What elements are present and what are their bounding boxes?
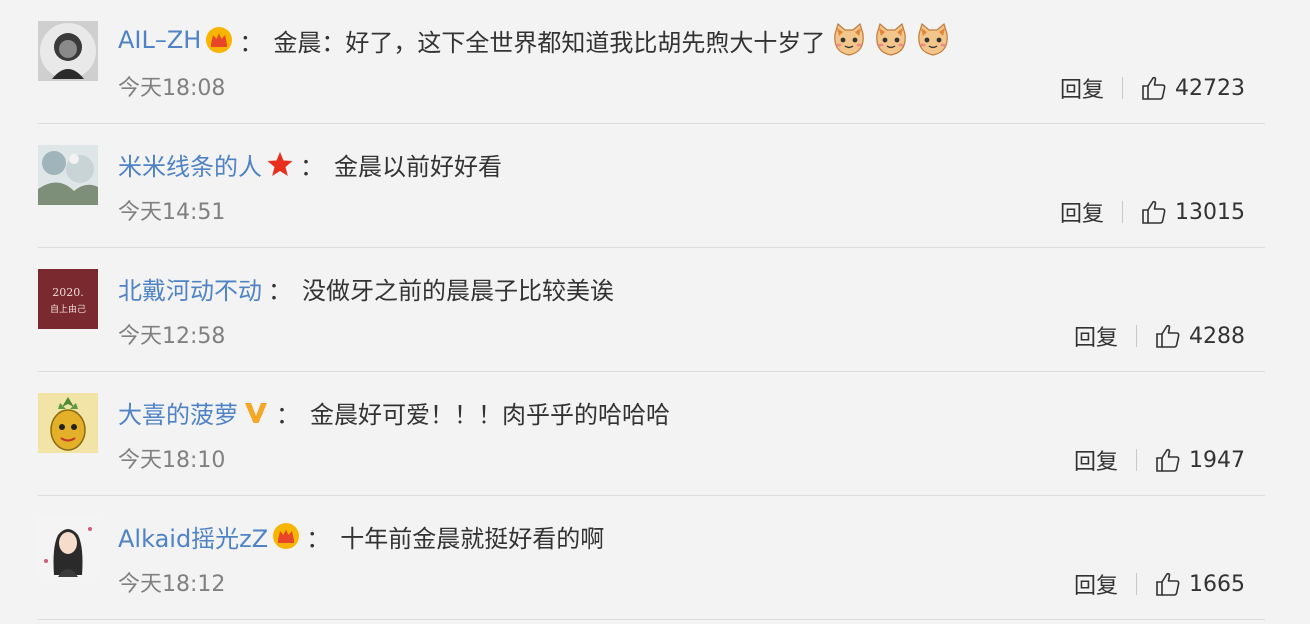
avatar-image-icon <box>38 145 98 205</box>
colon-separator: ： <box>300 152 324 181</box>
gold-v-icon <box>242 398 270 426</box>
comment-timestamp: 今天12:58 <box>118 324 226 349</box>
username-link[interactable]: 北戴河动不动 <box>118 271 262 306</box>
comment-content: AIL–ZH ： 金晨：好了，这下全世界都知道我比胡先煦大十岁了 <box>118 18 951 62</box>
like-button[interactable]: 1947 <box>1155 447 1245 473</box>
avatar[interactable] <box>38 145 98 205</box>
comment-item: 2020. 自上由己 北戴河动不动 ： 没做牙之前的晨晨子比较美诶 今天12:5… <box>38 248 1265 372</box>
comment-actions: 回复 4288 <box>1074 320 1245 352</box>
comment-actions: 回复 42723 <box>1060 72 1245 104</box>
action-divider <box>1136 573 1137 595</box>
comment-timestamp: 今天18:10 <box>118 448 226 473</box>
colon-separator: ： <box>306 524 331 553</box>
like-button[interactable]: 4288 <box>1155 323 1245 349</box>
cat-face-icon <box>915 22 951 58</box>
comment-text: 金晨以前好好看 <box>334 152 502 181</box>
colon-separator: ： <box>268 276 292 305</box>
like-count: 1947 <box>1189 447 1245 473</box>
thumbs-up-icon <box>1155 571 1181 597</box>
like-button[interactable]: 42723 <box>1141 75 1245 101</box>
username-link[interactable]: 大喜的菠萝 <box>118 395 238 430</box>
action-divider <box>1136 449 1137 471</box>
comment-timestamp: 今天14:51 <box>118 200 226 225</box>
action-divider <box>1136 325 1137 347</box>
like-count: 13015 <box>1175 199 1245 225</box>
comment-text: 金晨：好了，这下全世界都知道我比胡先煦大十岁了 <box>273 28 826 57</box>
avatar[interactable]: 2020. 自上由己 <box>38 269 98 329</box>
colon-separator: ： <box>239 28 264 57</box>
comment-content: 北戴河动不动 ： 没做牙之前的晨晨子比较美诶 <box>118 266 614 310</box>
thumbs-up-icon <box>1141 199 1167 225</box>
avatar-image-icon <box>38 517 98 577</box>
colon-separator: ： <box>276 400 300 429</box>
reply-button[interactable]: 回复 <box>1074 320 1136 352</box>
cat-face-icon <box>873 22 909 58</box>
avatar-text-top: 2020. <box>52 286 84 299</box>
comment-text: 金晨好可爱！！！肉乎乎的哈哈哈 <box>310 400 670 429</box>
comment-text: 十年前金晨就挺好看的啊 <box>340 524 605 553</box>
thumbs-up-icon <box>1155 447 1181 473</box>
reply-button[interactable]: 回复 <box>1060 72 1122 104</box>
avatar-image-icon <box>38 393 98 453</box>
avatar[interactable] <box>38 393 98 453</box>
comment-text: 没做牙之前的晨晨子比较美诶 <box>302 276 614 305</box>
username-link[interactable]: Alkaid摇光zZ <box>118 519 268 554</box>
avatar[interactable] <box>38 517 98 577</box>
comment-actions: 回复 13015 <box>1060 196 1245 228</box>
cat-face-icon <box>831 22 867 58</box>
comment-content: 大喜的菠萝 ： 金晨好可爱！！！肉乎乎的哈哈哈 <box>118 390 670 434</box>
reply-button[interactable]: 回复 <box>1060 196 1122 228</box>
comment-timestamp: 今天18:08 <box>118 76 226 101</box>
comment-timestamp: 今天18:12 <box>118 572 226 597</box>
comment-content: 米米线条的人 ： 金晨以前好好看 <box>118 142 502 186</box>
crown-badge-icon <box>272 522 300 550</box>
comment-actions: 回复 1947 <box>1074 444 1245 476</box>
avatar-image-icon <box>38 21 98 81</box>
crown-badge-icon <box>205 26 233 54</box>
thumbs-up-icon <box>1141 75 1167 101</box>
like-button[interactable]: 1665 <box>1155 571 1245 597</box>
username-link[interactable]: 米米线条的人 <box>118 147 262 182</box>
avatar[interactable] <box>38 21 98 81</box>
thumbs-up-icon <box>1155 323 1181 349</box>
username-link[interactable]: AIL–ZH <box>118 26 201 54</box>
avatar-image-icon: 2020. 自上由己 <box>38 269 98 329</box>
like-count: 4288 <box>1189 323 1245 349</box>
like-count: 42723 <box>1175 75 1245 101</box>
comment-actions: 回复 1665 <box>1074 568 1245 600</box>
reply-button[interactable]: 回复 <box>1074 444 1136 476</box>
comment-content: Alkaid摇光zZ ： 十年前金晨就挺好看的啊 <box>118 514 604 558</box>
red-star-icon <box>266 150 294 178</box>
action-divider <box>1122 201 1123 223</box>
comment-item: AIL–ZH ： 金晨：好了，这下全世界都知道我比胡先煦大十岁了 今天18:08… <box>38 0 1265 124</box>
like-button[interactable]: 13015 <box>1141 199 1245 225</box>
comment-list: AIL–ZH ： 金晨：好了，这下全世界都知道我比胡先煦大十岁了 今天18:08… <box>0 0 1310 624</box>
comment-item: 大喜的菠萝 ： 金晨好可爱！！！肉乎乎的哈哈哈 今天18:10 回复 1947 <box>38 372 1265 496</box>
comment-item: 米米线条的人 ： 金晨以前好好看 今天14:51 回复 13015 <box>38 124 1265 248</box>
action-divider <box>1122 77 1123 99</box>
reply-button[interactable]: 回复 <box>1074 568 1136 600</box>
avatar-text-bottom: 自上由己 <box>50 303 86 315</box>
like-count: 1665 <box>1189 571 1245 597</box>
comment-item: Alkaid摇光zZ ： 十年前金晨就挺好看的啊 今天18:12 回复 1665 <box>38 496 1265 620</box>
